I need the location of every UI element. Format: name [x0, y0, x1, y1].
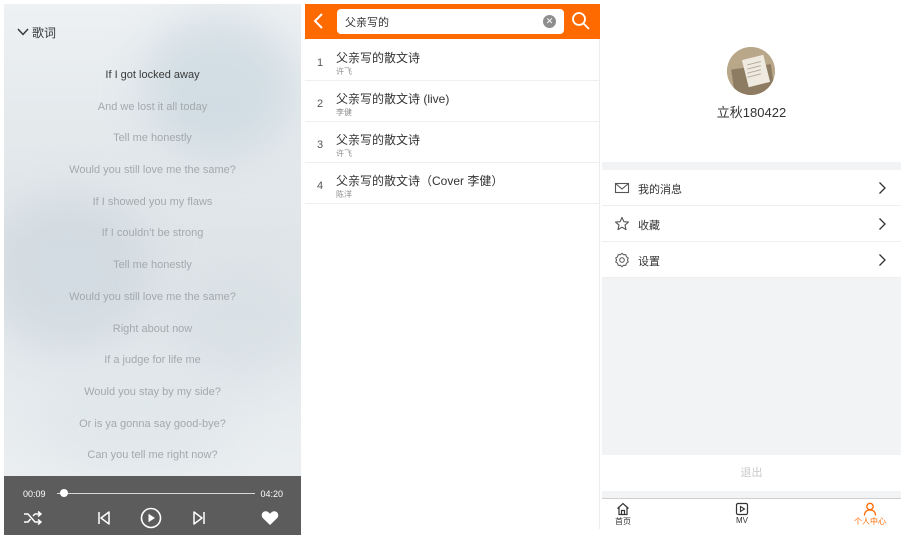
- lyric-line: If I showed you my flaws: [92, 195, 213, 208]
- star-icon: [614, 216, 630, 232]
- app-root: 歌词 If I got locked away And we lost it al…: [0, 0, 903, 539]
- tab-mv[interactable]: MV: [712, 502, 772, 534]
- lyrics-toggle-label: 歌词: [32, 25, 57, 40]
- logout-button[interactable]: 退出: [602, 455, 901, 491]
- result-index: 4: [317, 180, 324, 192]
- lyric-line: Would you still love me the same?: [69, 290, 236, 303]
- progress-track[interactable]: [57, 493, 255, 494]
- lyric-line: And we lost it all today: [97, 100, 208, 113]
- current-time: 00:09: [23, 489, 46, 499]
- favorite-button[interactable]: [260, 510, 280, 530]
- lyric-line: Tell me honestly: [113, 259, 192, 272]
- tab-label: MV: [736, 516, 748, 525]
- search-results: 1 父亲写的散文诗 许飞 2 父亲写的散文诗 (live) 李健 3 父亲写的散文诗 许飞 4 父亲…: [305, 40, 600, 204]
- gear-icon: [614, 252, 630, 268]
- lyric-line: Would you stay by my side?: [84, 385, 221, 398]
- bottom-tab-bar: 首页 MV 个人中心: [602, 498, 901, 535]
- next-button[interactable]: [189, 510, 209, 530]
- search-result-row[interactable]: 3 父亲写的散文诗许飞: [305, 122, 600, 163]
- chevron-right-icon: [878, 181, 887, 195]
- result-artist: 许飞: [336, 149, 352, 158]
- home-icon: [593, 502, 653, 516]
- profile-card: 立秋180422: [602, 4, 901, 162]
- play-icon: [140, 507, 162, 534]
- lyric-line: Can you tell me right now?: [87, 449, 218, 462]
- search-result-row[interactable]: 1 父亲写的散文诗许飞: [305, 40, 600, 81]
- chevron-down-icon: [16, 25, 30, 39]
- search-panel: ✕ 1父亲写的散文诗许飞2父亲写的散文诗 (live)李健3父亲写的散文诗许飞4…: [305, 4, 600, 529]
- menu-item-favorites[interactable]: 收藏: [602, 206, 901, 242]
- lyric-line: Would you still love me the same?: [69, 164, 236, 177]
- menu-item-label: 收藏: [638, 220, 660, 232]
- shuffle-icon: [23, 510, 43, 531]
- tab-home[interactable]: 首页: [593, 502, 653, 534]
- search-input[interactable]: [345, 9, 535, 34]
- shuffle-button[interactable]: [23, 510, 43, 530]
- play-button[interactable]: [140, 507, 162, 530]
- result-artist: 陈洋: [336, 190, 352, 199]
- chevron-right-icon: [878, 253, 887, 267]
- menu-item-label: 我的消息: [638, 184, 682, 196]
- result-index: 3: [317, 139, 324, 151]
- next-icon: [191, 510, 207, 531]
- progress-thumb[interactable]: [59, 489, 68, 497]
- search-result-row[interactable]: 4 父亲写的散文诗（Cover 李健） 陈洋: [305, 163, 600, 204]
- result-index: 2: [317, 98, 324, 110]
- result-artist: 许飞: [336, 67, 352, 76]
- menu-item-settings[interactable]: 设置: [602, 242, 901, 278]
- result-title: 父亲写的散文诗: [336, 51, 421, 65]
- lyrics-toggle[interactable]: 歌词: [16, 24, 56, 40]
- person-icon: [840, 502, 900, 516]
- lyrics-player-panel: 歌词 If I got locked away And we lost it al…: [4, 4, 301, 535]
- search-button[interactable]: [571, 11, 591, 31]
- chevron-left-icon: [311, 13, 327, 34]
- lyric-line: If I couldn't be strong: [101, 227, 204, 240]
- clear-search-button[interactable]: ✕: [543, 15, 556, 28]
- menu-item-messages[interactable]: 我的消息: [602, 170, 901, 206]
- chevron-right-icon: [878, 217, 887, 231]
- search-icon: [571, 12, 591, 35]
- lyric-line: Tell me honestly: [113, 132, 192, 145]
- search-box: ✕: [337, 9, 564, 34]
- search-header: ✕: [305, 4, 600, 39]
- result-artist: 李健: [336, 108, 352, 117]
- previous-icon: [96, 510, 112, 531]
- lyric-line: Right about now: [112, 322, 193, 335]
- result-title: 父亲写的散文诗（Cover 李健）: [336, 174, 504, 188]
- result-title: 父亲写的散文诗 (live): [336, 92, 450, 106]
- player-controls: 00:09 04:20: [4, 476, 301, 535]
- menu-item-label: 设置: [638, 256, 660, 268]
- lyric-line: If a judge for life me: [104, 354, 201, 367]
- result-title: 父亲写的散文诗: [336, 133, 421, 147]
- tab-label: 首页: [615, 517, 631, 526]
- heart-icon: [261, 510, 279, 531]
- result-index: 1: [317, 57, 324, 69]
- tab-label: 个人中心: [854, 517, 886, 526]
- avatar[interactable]: [727, 47, 775, 95]
- user-menu: 我的消息 收藏 设置: [602, 170, 901, 278]
- user-center-panel: 立秋180422 我的消息 收藏 设置 退出 首页 MV 个人中心: [602, 4, 901, 535]
- mail-icon: [614, 180, 630, 196]
- previous-button[interactable]: [94, 510, 114, 530]
- search-result-row[interactable]: 2 父亲写的散文诗 (live) 李健: [305, 81, 600, 122]
- tab-profile[interactable]: 个人中心: [840, 502, 900, 534]
- video-icon: [712, 502, 772, 516]
- total-time: 04:20: [260, 489, 283, 499]
- lyrics-list: If I got locked away And we lost it all t…: [4, 60, 301, 472]
- back-button[interactable]: [311, 12, 327, 30]
- username: 立秋180422: [716, 105, 787, 120]
- lyric-line: Or is ya gonna say good-bye?: [79, 417, 226, 430]
- close-icon: ✕: [545, 16, 554, 26]
- lyric-line: If I got locked away: [105, 69, 200, 81]
